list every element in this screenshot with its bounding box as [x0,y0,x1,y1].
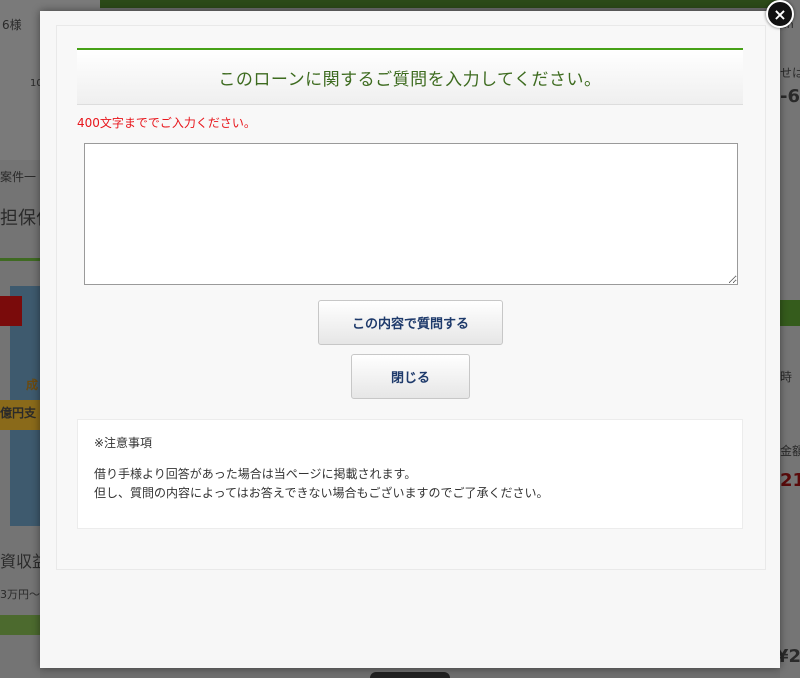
bg-text: せは [780,66,800,80]
bg-divider [0,258,40,261]
bg-text: 6様 [2,18,22,32]
notice-line: 借り手様より回答があった場合は当ページに掲載されます。 [94,467,417,481]
modal-title: このローンに関するご質問を入力してください。 [218,69,602,90]
submit-question-button[interactable]: この内容で質問する [318,300,503,345]
modal-content: このローンに関するご質問を入力してください。 400文字まででご入力ください。 … [56,25,766,570]
bg-text: -6 [780,86,800,107]
notice-box: ※注意事項 借り手様より回答があった場合は当ページに掲載されます。 但し、質問の… [77,419,743,529]
bg-green-bar [0,615,40,635]
bg-text: 3万円〜 [0,588,40,601]
character-limit-note: 400文字まででご入力ください。 [77,116,256,130]
bg-pill [370,672,450,678]
bg-top-bar [100,0,800,8]
modal-header: このローンに関するご質問を入力してください。 [77,48,743,105]
bg-green-button [780,300,800,326]
bg-text: 時 [780,370,793,384]
bg-red-box [0,296,22,326]
bg-text: 案件一 [0,170,37,184]
bg-text: 21 [780,470,800,491]
bg-text: 成 [26,378,39,392]
question-textarea[interactable] [84,143,738,285]
notice-line: 但し、質問の内容によってはお答えできない場合もございますのでご了承ください。 [94,486,549,500]
close-icon[interactable]: × [766,0,794,28]
bg-text: 金額 [780,444,800,458]
bg-text: 億円支 [0,406,37,420]
notice-title: ※注意事項 [94,436,153,450]
question-modal: このローンに関するご質問を入力してください。 400文字まででご入力ください。 … [40,11,780,668]
close-button[interactable]: 閉じる [351,354,470,399]
